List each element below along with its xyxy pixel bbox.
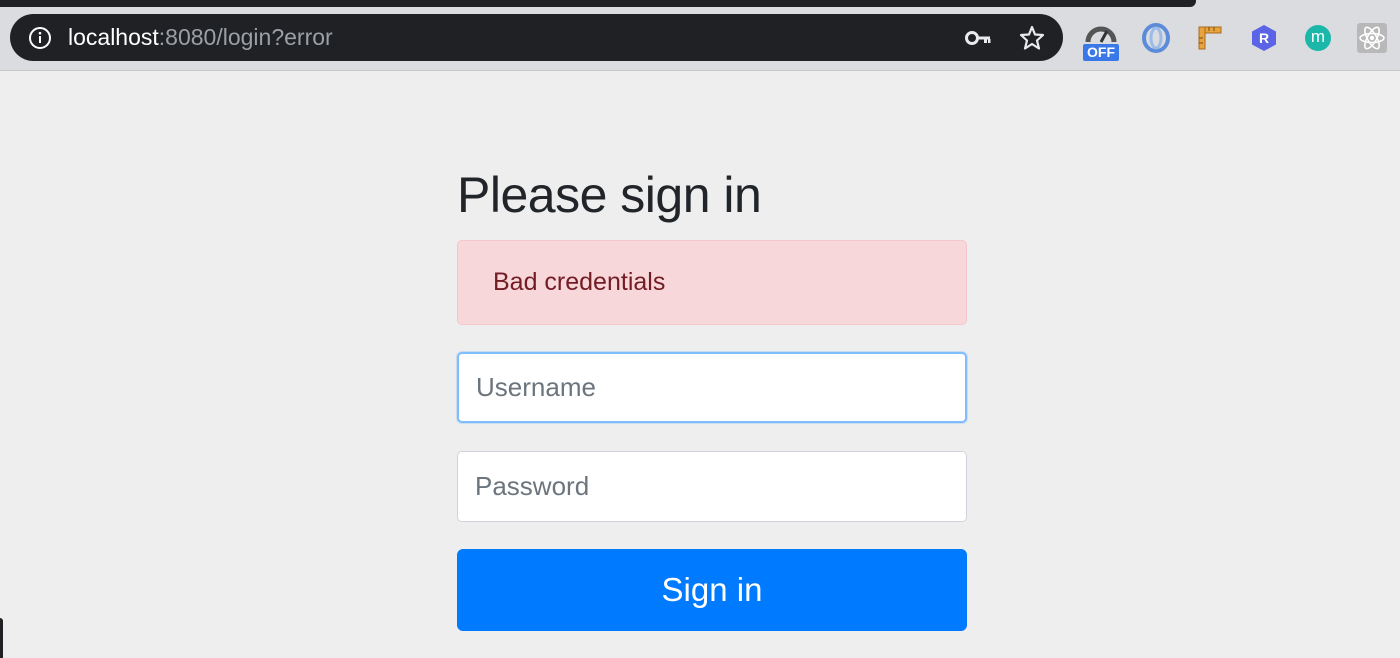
browser-toolbar: localhost:8080/login?error OFF R m — [0, 0, 1400, 71]
extension-badge-off: OFF — [1083, 44, 1119, 61]
swirl-extension-icon[interactable] — [1140, 23, 1172, 55]
window-edge — [0, 618, 3, 658]
login-form: Please sign in Bad credentials Sign in — [457, 160, 967, 631]
username-input[interactable] — [457, 352, 967, 423]
address-url[interactable]: localhost:8080/login?error — [68, 24, 333, 51]
ruler-extension-icon[interactable] — [1196, 24, 1228, 56]
page-title: Please sign in — [457, 167, 762, 223]
m-extension-letter: m — [1310, 27, 1326, 46]
info-icon[interactable] — [28, 26, 52, 50]
m-extension-icon[interactable]: m — [1304, 24, 1336, 56]
react-extension-icon[interactable] — [1357, 23, 1389, 55]
url-host: localhost — [68, 24, 159, 50]
address-bar[interactable]: localhost:8080/login?error — [10, 14, 1063, 61]
error-alert: Bad credentials — [457, 240, 967, 325]
r-extension-letter: R — [1258, 30, 1270, 46]
r-extension-icon[interactable]: R — [1250, 24, 1282, 56]
key-icon[interactable] — [964, 26, 992, 50]
url-path: :8080/login?error — [158, 24, 333, 50]
tab-strip-edge — [0, 0, 1196, 7]
sign-in-button[interactable]: Sign in — [457, 549, 967, 631]
bookmark-star-icon[interactable] — [1018, 24, 1046, 52]
password-input[interactable] — [457, 451, 967, 522]
